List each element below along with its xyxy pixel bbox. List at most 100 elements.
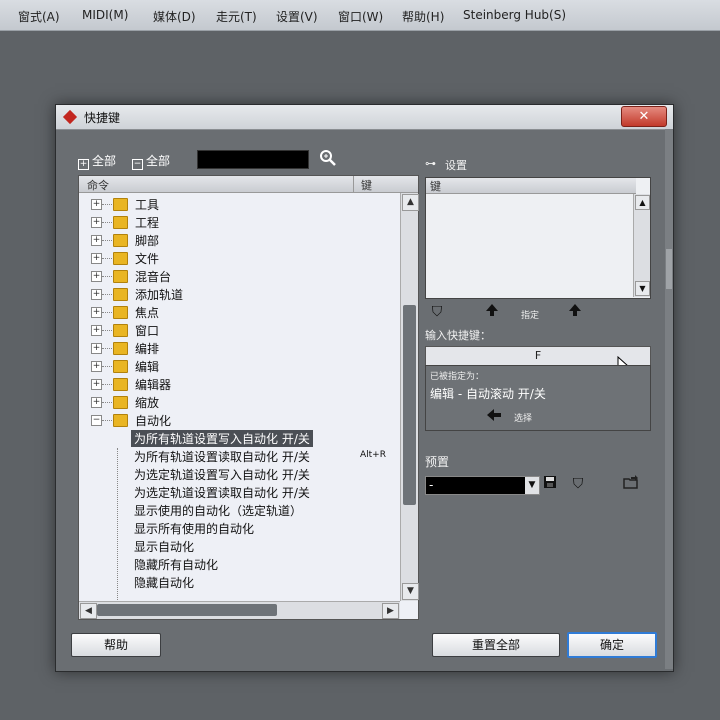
- command-row[interactable]: 为所有轨道设置读取自动化 开/关 Alt+R: [79, 447, 400, 465]
- expand-icon[interactable]: +: [91, 397, 102, 408]
- command-row[interactable]: 为所有轨道设置写入自动化 开/关: [79, 429, 400, 447]
- expand-icon[interactable]: +: [91, 289, 102, 300]
- tree-connector: [102, 258, 112, 259]
- command-row[interactable]: 显示自动化: [79, 537, 400, 555]
- collapse-all-button[interactable]: − 全部: [132, 152, 186, 170]
- delete-preset-icon[interactable]: ⛉: [569, 475, 587, 493]
- category-row[interactable]: + 混音台: [79, 267, 400, 285]
- collapse-all-label: 全部: [146, 154, 171, 168]
- command-label: 为所有轨道设置读取自动化 开/关: [134, 450, 310, 464]
- tree-connector: [102, 276, 112, 277]
- menu-item-steinberg-hub[interactable]: Steinberg Hub(S): [463, 8, 566, 22]
- column-key[interactable]: 键: [361, 177, 372, 193]
- category-row[interactable]: + 添加轨道: [79, 285, 400, 303]
- expand-icon[interactable]: +: [91, 199, 102, 210]
- expand-icon[interactable]: +: [91, 325, 102, 336]
- command-row[interactable]: 为选定轨道设置写入自动化 开/关: [79, 465, 400, 483]
- scroll-up-arrow-icon[interactable]: ▲: [635, 195, 650, 210]
- category-label: 自动化: [135, 414, 172, 428]
- category-row[interactable]: − 自动化: [79, 411, 400, 429]
- tree-connector: [102, 384, 112, 385]
- tree-horizontal-scroll-thumb[interactable]: [97, 604, 277, 616]
- search-icon[interactable]: [319, 149, 337, 167]
- command-key: Alt+R: [360, 450, 386, 460]
- expand-all-button[interactable]: + 全部: [78, 152, 132, 170]
- ok-button[interactable]: 确定: [567, 632, 657, 658]
- command-row[interactable]: 隐藏所有自动化: [79, 555, 400, 573]
- dialog-scrollbar[interactable]: [665, 129, 673, 669]
- category-row[interactable]: + 编辑: [79, 357, 400, 375]
- menu-item-help[interactable]: 帮助(H): [402, 8, 444, 25]
- expand-icon[interactable]: +: [91, 361, 102, 372]
- scroll-down-arrow-icon[interactable]: ▼: [635, 281, 650, 296]
- folder-icon: [113, 306, 128, 319]
- input-shortcut-label: 输入快捷键：: [425, 329, 491, 342]
- shield-icon[interactable]: ⛉: [428, 303, 446, 321]
- save-preset-icon[interactable]: [541, 475, 559, 493]
- tree-rows: + 工具 + 工程 + 脚部 + 文件 + 混音台 + 添加轨道 + 焦点 + 窗口 + 编排 + 编辑 + 编辑器 + 缩放…: [79, 193, 400, 601]
- expand-icon[interactable]: +: [91, 271, 102, 282]
- menu-item-window[interactable]: 窗口(W): [338, 8, 383, 25]
- tree-horizontal-scrollbar[interactable]: ◀ ▶: [79, 601, 400, 619]
- category-row[interactable]: + 文件: [79, 249, 400, 267]
- keys-list-scrollbar[interactable]: ▲ ▼: [633, 194, 650, 297]
- expand-icon[interactable]: +: [91, 217, 102, 228]
- menu-item-transport[interactable]: 走元(T): [216, 8, 257, 25]
- preset-value: -: [429, 478, 434, 492]
- preset-select[interactable]: - ▼: [425, 476, 540, 495]
- menubar: 窗式(A) MIDI(M) 媒体(D) 走元(T) 设置(V) 窗口(W) 帮助…: [0, 0, 720, 31]
- keys-list-header: 键: [426, 178, 636, 194]
- command-label: 为所有轨道设置写入自动化 开/关: [131, 430, 313, 447]
- category-row[interactable]: + 工具: [79, 195, 400, 213]
- category-row[interactable]: + 工程: [79, 213, 400, 231]
- menu-item-midi[interactable]: MIDI(M): [82, 8, 128, 22]
- category-row[interactable]: + 焦点: [79, 303, 400, 321]
- expand-icon[interactable]: +: [91, 343, 102, 354]
- menu-item-window-style[interactable]: 窗式(A): [18, 8, 60, 25]
- close-button[interactable]: ✕: [621, 106, 667, 127]
- folder-icon: [113, 324, 128, 337]
- category-label: 缩放: [135, 396, 160, 410]
- tree-connector: [102, 420, 112, 421]
- folder-icon: [113, 288, 128, 301]
- keys-list[interactable]: 键 ▲ ▼: [425, 177, 651, 299]
- assign-arrow-up-icon[interactable]: [566, 303, 584, 321]
- assigned-to-panel: 已被指定为： 编辑 - 自动滚动 开/关 选择: [425, 365, 651, 431]
- tree-vertical-scrollbar[interactable]: ▲ ▼: [400, 193, 419, 601]
- command-row[interactable]: 隐藏自动化: [79, 573, 400, 591]
- tree-connector: [102, 204, 112, 205]
- tree-connector: [102, 366, 112, 367]
- command-label: 显示使用的自动化（选定轨道）: [134, 504, 303, 518]
- menu-item-media[interactable]: 媒体(D): [153, 8, 196, 25]
- scroll-right-arrow-icon[interactable]: ▶: [382, 603, 399, 619]
- scroll-up-arrow-icon[interactable]: ▲: [402, 194, 419, 211]
- category-row[interactable]: + 窗口: [79, 321, 400, 339]
- expand-icon[interactable]: +: [91, 253, 102, 264]
- help-button[interactable]: 帮助: [71, 633, 161, 657]
- tree-vertical-scroll-thumb[interactable]: [403, 305, 416, 505]
- command-row[interactable]: 为选定轨道设置读取自动化 开/关: [79, 483, 400, 501]
- arrow-left-icon[interactable]: [486, 408, 502, 426]
- scroll-down-arrow-icon[interactable]: ▼: [402, 583, 419, 600]
- expand-icon[interactable]: +: [91, 307, 102, 318]
- category-row[interactable]: + 脚部: [79, 231, 400, 249]
- expand-icon[interactable]: +: [91, 235, 102, 246]
- reset-all-button[interactable]: 重置全部: [432, 633, 560, 657]
- scroll-left-arrow-icon[interactable]: ◀: [80, 603, 97, 619]
- collapse-icon[interactable]: −: [91, 415, 102, 426]
- category-row[interactable]: + 编辑器: [79, 375, 400, 393]
- column-divider[interactable]: [353, 176, 354, 192]
- category-row[interactable]: + 缩放: [79, 393, 400, 411]
- arrow-up-icon[interactable]: [483, 303, 501, 321]
- chevron-down-icon[interactable]: ▼: [525, 477, 539, 494]
- expand-icon[interactable]: +: [91, 379, 102, 390]
- search-input[interactable]: [197, 150, 309, 169]
- menu-item-settings[interactable]: 设置(V): [276, 8, 318, 25]
- command-row[interactable]: 显示使用的自动化（选定轨道）: [79, 501, 400, 519]
- dialog-scrollbar-thumb[interactable]: [666, 249, 672, 289]
- command-label: 为选定轨道设置写入自动化 开/关: [134, 468, 310, 482]
- command-row[interactable]: 显示所有使用的自动化: [79, 519, 400, 537]
- column-command[interactable]: 命令: [87, 177, 109, 193]
- import-preset-icon[interactable]: [622, 475, 640, 493]
- category-row[interactable]: + 编排: [79, 339, 400, 357]
